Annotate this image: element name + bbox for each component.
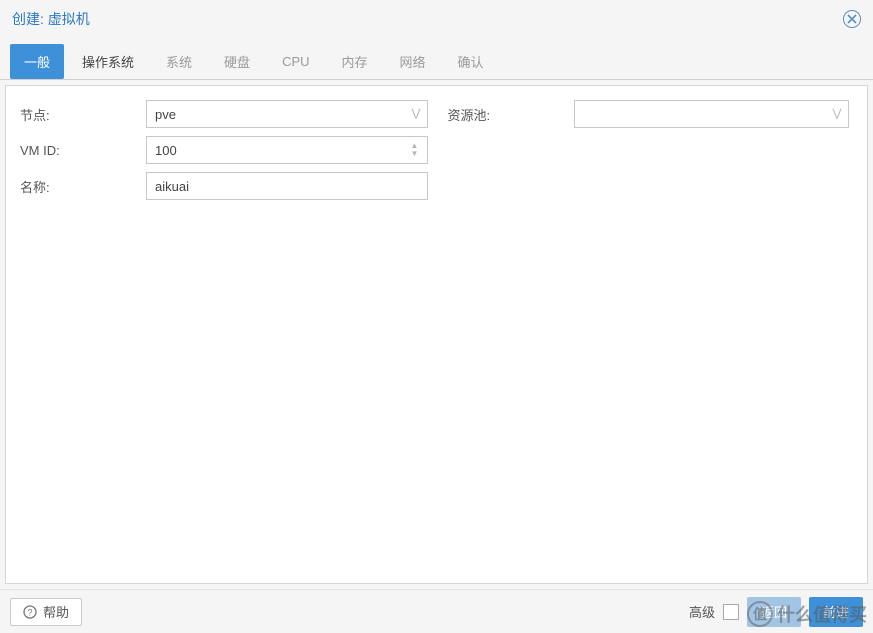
row-pool: 资源池: ⋁ — [446, 100, 856, 128]
vmid-spinner[interactable]: ▲ ▼ — [407, 137, 423, 163]
footer-right: 高级 返回 前进 — [689, 597, 863, 627]
chevron-down-icon: ⋁ — [832, 109, 841, 120]
next-label: 前进 — [823, 602, 849, 621]
tab-network: 网络 — [386, 44, 440, 79]
form-left-column: 节点: pve ⋁ VM ID: 100 ▲ ▼ 名称: — [18, 100, 428, 569]
label-name: 名称: — [18, 177, 146, 196]
next-button[interactable]: 前进 — [809, 597, 863, 627]
dialog-title: 创建: 虚拟机 — [12, 9, 90, 29]
advanced-label: 高级 — [689, 602, 715, 621]
dialog-titlebar: 创建: 虚拟机 — [0, 0, 873, 38]
name-value: aikuai — [155, 179, 189, 194]
create-vm-dialog: 创建: 虚拟机 一般 操作系统 系统 硬盘 CPU 内存 网络 确认 节点: p… — [0, 0, 873, 633]
tab-system: 系统 — [152, 44, 206, 79]
help-icon: ? — [23, 605, 37, 619]
svg-text:?: ? — [27, 607, 32, 617]
row-vmid: VM ID: 100 ▲ ▼ — [18, 136, 428, 164]
help-label: 帮助 — [43, 602, 69, 621]
tab-cpu: CPU — [268, 46, 323, 77]
chevron-down-icon: ⋁ — [411, 109, 420, 120]
label-node: 节点: — [18, 105, 146, 124]
row-node: 节点: pve ⋁ — [18, 100, 428, 128]
advanced-checkbox[interactable] — [723, 604, 739, 620]
vmid-value: 100 — [155, 143, 177, 158]
vmid-input[interactable]: 100 ▲ ▼ — [146, 136, 428, 164]
back-label: 返回 — [761, 602, 787, 621]
tab-confirm: 确认 — [444, 44, 498, 79]
tab-disk: 硬盘 — [210, 44, 264, 79]
form-right-column: 资源池: ⋁ — [446, 100, 856, 569]
pool-select[interactable]: ⋁ — [574, 100, 849, 128]
tab-os[interactable]: 操作系统 — [68, 44, 148, 79]
tab-general[interactable]: 一般 — [10, 44, 64, 79]
form-body: 节点: pve ⋁ VM ID: 100 ▲ ▼ 名称: — [5, 85, 868, 584]
back-button[interactable]: 返回 — [747, 597, 801, 627]
spinner-down-icon: ▼ — [407, 150, 423, 158]
label-pool: 资源池: — [446, 105, 574, 124]
tab-memory: 内存 — [328, 44, 382, 79]
row-name: 名称: aikuai — [18, 172, 428, 200]
node-select[interactable]: pve ⋁ — [146, 100, 428, 128]
label-vmid: VM ID: — [18, 143, 146, 158]
wizard-tabs: 一般 操作系统 系统 硬盘 CPU 内存 网络 确认 — [0, 38, 873, 80]
dialog-footer: ? 帮助 高级 返回 前进 — [0, 589, 873, 633]
close-button[interactable] — [843, 10, 861, 28]
close-icon — [847, 14, 857, 24]
node-value: pve — [155, 107, 176, 122]
help-button[interactable]: ? 帮助 — [10, 598, 82, 626]
name-input[interactable]: aikuai — [146, 172, 428, 200]
